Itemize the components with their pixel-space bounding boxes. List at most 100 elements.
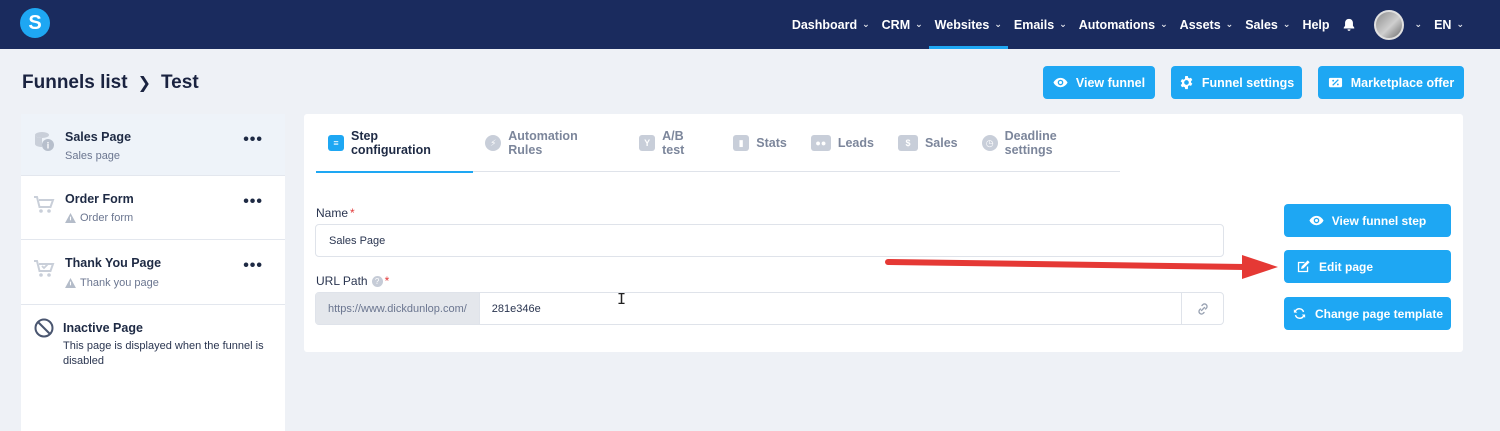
dollar-icon: $ xyxy=(897,135,918,151)
nav-help[interactable]: Help xyxy=(1296,0,1335,49)
app-logo[interactable]: S xyxy=(20,8,50,38)
sidebar-item-title: Order Form xyxy=(65,192,134,206)
bar-chart-icon: ▮ xyxy=(733,135,750,151)
nav-label: Automations xyxy=(1078,17,1156,32)
tab-step-configuration[interactable]: ≡ Step configuration xyxy=(316,114,474,173)
tab-label: Step configuration xyxy=(350,129,431,157)
cart-check-icon xyxy=(34,260,55,277)
nav-label: Sales xyxy=(1245,17,1278,32)
tab-leads[interactable]: ●● Leads xyxy=(799,114,886,172)
more-options-button[interactable]: ••• xyxy=(243,193,263,211)
url-path-field: https://www.dickdunlop.com/ 281e346e xyxy=(315,292,1224,325)
more-options-button[interactable]: ••• xyxy=(243,131,263,149)
language-selector[interactable]: EN ⌄ xyxy=(1428,0,1470,49)
chevron-down-icon: ⌄ xyxy=(994,19,1002,29)
main-nav: Dashboard ⌄ CRM ⌄ Websites ⌄ Emails ⌄ Automa… xyxy=(786,0,1470,49)
label-text: Name xyxy=(316,206,349,220)
chevron-down-icon: ⌄ xyxy=(1160,19,1168,29)
url-path-label: URL Path? * xyxy=(316,274,389,288)
label-text: URL Path xyxy=(316,274,368,288)
nav-label: Websites xyxy=(934,17,990,32)
tab-sales[interactable]: $ Sales xyxy=(886,114,970,172)
view-funnel-step-button[interactable]: View funnel step xyxy=(1284,204,1451,237)
nav-label: CRM xyxy=(881,17,911,32)
name-label: Name * xyxy=(316,206,355,220)
subtitle-text: Thank you page xyxy=(80,277,159,289)
svg-text:i: i xyxy=(47,141,50,151)
sidebar-item-subtitle: Order form xyxy=(65,212,133,224)
warning-icon xyxy=(65,213,76,223)
nav-label: Dashboard xyxy=(791,17,858,32)
nav-dashboard[interactable]: Dashboard ⌄ xyxy=(786,0,876,49)
tab-label: A/B test xyxy=(662,129,685,157)
edit-icon xyxy=(1297,260,1310,273)
chevron-down-icon: ⌄ xyxy=(1456,19,1464,29)
top-navigation-bar: S Dashboard ⌄ CRM ⌄ Websites ⌄ Emails ⌄ Auto… xyxy=(0,0,1500,49)
chevron-down-icon: ⌄ xyxy=(1414,19,1423,29)
step-tabs: ≡ Step configuration ⚡ Automation Rules YA… xyxy=(316,114,1120,173)
breadcrumb-current: Test xyxy=(160,72,199,93)
tab-deadline-settings[interactable]: ◷ Deadline settings xyxy=(970,114,1120,172)
url-prefix: https://www.dickdunlop.com/ xyxy=(316,293,480,324)
bell-icon[interactable] xyxy=(1342,18,1356,32)
button-label: Marketplace offer xyxy=(1350,75,1455,90)
copy-link-button[interactable] xyxy=(1181,293,1223,324)
url-path-input[interactable]: 281e346e xyxy=(480,303,541,315)
chevron-down-icon: ⌄ xyxy=(862,19,870,29)
ticket-percent-icon xyxy=(1328,77,1342,88)
tab-ab-test[interactable]: Y A/B test xyxy=(627,114,721,172)
split-icon: Y xyxy=(639,135,656,151)
marketplace-offer-button[interactable]: Marketplace offer xyxy=(1318,66,1464,99)
eye-icon xyxy=(1309,215,1324,226)
sidebar-item-subtitle: Sales page xyxy=(65,150,121,162)
sidebar-item-order-form[interactable]: Order Form Order form ••• xyxy=(21,176,285,240)
breadcrumb-funnels-list[interactable]: Funnels list xyxy=(22,72,128,94)
nav-emails[interactable]: Emails ⌄ xyxy=(1008,0,1073,49)
nav-label: Emails xyxy=(1013,17,1055,32)
button-label: View funnel xyxy=(1075,75,1146,90)
link-icon xyxy=(1197,302,1208,315)
sliders-icon: ≡ xyxy=(328,135,344,151)
tab-automation-rules[interactable]: ⚡ Automation Rules xyxy=(473,114,627,172)
nav-label: Help xyxy=(1302,17,1330,32)
sidebar-item-subtitle: Thank you page xyxy=(65,277,159,289)
tab-label: Stats xyxy=(756,136,787,150)
name-value: Sales Page xyxy=(329,234,386,247)
change-page-template-button[interactable]: Change page template xyxy=(1284,297,1451,330)
required-mark: * xyxy=(350,206,355,220)
chevron-down-icon: ⌄ xyxy=(1282,19,1291,29)
view-funnel-button[interactable]: View funnel xyxy=(1043,66,1155,99)
user-menu-toggle[interactable]: ⌄ xyxy=(1408,0,1429,49)
tab-label: Sales xyxy=(924,136,958,150)
nav-crm[interactable]: CRM ⌄ xyxy=(876,0,929,49)
sidebar-item-subtitle: This page is displayed when the funnel i… xyxy=(63,340,264,367)
gear-icon xyxy=(1180,75,1193,90)
more-options-button[interactable]: ••• xyxy=(243,257,263,275)
nav-automations[interactable]: Automations ⌄ xyxy=(1073,0,1174,49)
chevron-down-icon: ⌄ xyxy=(1225,19,1234,29)
sidebar-item-thank-you-page[interactable]: Thank You Page Thank you page ••• xyxy=(21,240,285,305)
nav-assets[interactable]: Assets ⌄ xyxy=(1174,0,1240,49)
sidebar-item-inactive-page[interactable]: Inactive Page This page is displayed whe… xyxy=(21,305,285,385)
coins-icon: i xyxy=(35,132,54,151)
cart-icon xyxy=(34,196,55,213)
info-icon[interactable]: ? xyxy=(371,276,383,288)
breadcrumb: Funnels list ❯ Test xyxy=(22,72,199,94)
funnel-settings-button[interactable]: Funnel settings xyxy=(1171,66,1302,99)
sidebar-item-sales-page[interactable]: i Sales Page Sales page ••• xyxy=(21,114,285,176)
edit-page-button[interactable]: Edit page xyxy=(1284,250,1451,283)
required-mark: * xyxy=(384,274,390,288)
users-icon: ●● xyxy=(810,135,831,151)
user-avatar[interactable] xyxy=(1373,9,1404,40)
nav-sales[interactable]: Sales ⌄ xyxy=(1239,0,1296,49)
button-label: Edit page xyxy=(1319,259,1374,274)
warning-icon xyxy=(65,278,76,288)
sidebar-item-title: Inactive Page xyxy=(63,321,143,335)
name-input[interactable]: Sales Page xyxy=(315,224,1224,257)
tab-label: Leads xyxy=(837,136,874,150)
tab-stats[interactable]: ▮ Stats xyxy=(721,114,799,172)
sidebar-item-title: Sales Page xyxy=(65,130,132,144)
funnel-steps-sidebar: i Sales Page Sales page ••• Order Form O… xyxy=(21,114,285,431)
nav-websites[interactable]: Websites ⌄ xyxy=(928,0,1009,49)
clock-icon: ◷ xyxy=(981,135,998,151)
